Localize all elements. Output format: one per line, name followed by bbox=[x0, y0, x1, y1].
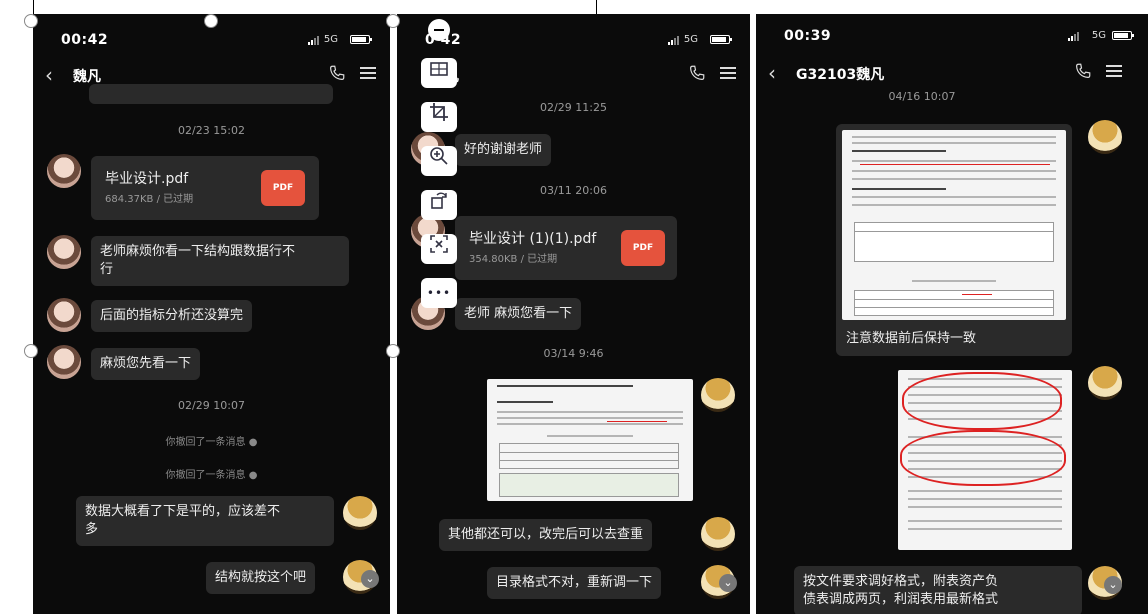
avatar[interactable] bbox=[47, 298, 81, 332]
file-name: 毕业设计 (1)(1).pdf bbox=[469, 231, 597, 247]
message-bubble[interactable]: 麻烦您先看一下 bbox=[91, 348, 201, 380]
signal-icon bbox=[308, 36, 320, 45]
border-line bbox=[33, 0, 34, 14]
chevron-down-icon[interactable]: ⌄ bbox=[719, 574, 737, 592]
message-bubble-cut bbox=[89, 84, 333, 104]
timestamp: 02/23 15:02 bbox=[178, 124, 245, 137]
selection-handle[interactable] bbox=[24, 14, 38, 28]
message-bubble[interactable]: 结构就按这个吧 bbox=[206, 562, 316, 594]
phone-icon[interactable] bbox=[328, 64, 346, 82]
document-image[interactable] bbox=[487, 379, 693, 501]
battery-icon bbox=[1112, 31, 1134, 40]
avatar[interactable] bbox=[343, 496, 377, 530]
network-label: 5G bbox=[683, 34, 698, 45]
signal-icon bbox=[668, 36, 680, 45]
back-icon[interactable]: ‹ bbox=[45, 63, 53, 87]
message-bubble[interactable]: 按文件要求调好格式，附表资产负 债表调成两页，利润表用最新格式 bbox=[794, 566, 1082, 614]
chat-screenshot-1: 00:42 5G ‹ 魏凡 02/23 15:02 毕业设计.pdf 684.3… bbox=[33, 14, 390, 614]
selection-handle[interactable] bbox=[386, 14, 400, 28]
menu-icon[interactable] bbox=[360, 67, 376, 80]
selection-handle[interactable] bbox=[386, 344, 400, 358]
network-label: 5G bbox=[323, 34, 338, 45]
message-bubble[interactable]: 注意数据前后保持一致 bbox=[836, 124, 1072, 356]
message-text: 行 bbox=[100, 262, 114, 277]
file-attachment[interactable]: 毕业设计 (1)(1).pdf 354.80KB / 已过期 PDF bbox=[455, 216, 677, 280]
message-text: 按文件要求调好格式，附表资产负 bbox=[803, 574, 999, 589]
recall-notice: 你撤回了一条消息 ● bbox=[165, 470, 258, 481]
avatar[interactable] bbox=[1088, 120, 1122, 154]
pdf-icon: PDF bbox=[261, 170, 305, 206]
status-bar: 0 42 5G bbox=[397, 32, 750, 52]
screenshot-collage: 00:42 5G ‹ 魏凡 02/23 15:02 毕业设计.pdf 684.3… bbox=[0, 0, 1148, 614]
minus-icon[interactable] bbox=[428, 19, 450, 41]
signal-icon bbox=[1068, 32, 1080, 41]
avatar[interactable] bbox=[1088, 366, 1122, 400]
more-icon[interactable]: ••• bbox=[421, 278, 457, 308]
status-time: 00:42 bbox=[61, 32, 109, 48]
phone-icon[interactable] bbox=[688, 64, 706, 82]
message-bubble[interactable]: 好的谢谢老师 bbox=[455, 134, 552, 166]
menu-icon[interactable] bbox=[1106, 65, 1122, 78]
rotate-icon[interactable] bbox=[421, 190, 457, 220]
phone-icon[interactable] bbox=[1074, 62, 1092, 80]
chat-title: 魏凡 bbox=[73, 69, 101, 85]
message-bubble[interactable]: 后面的指标分析还没算完 bbox=[91, 300, 253, 332]
network-label: 5G bbox=[1091, 30, 1106, 41]
timestamp: 02/29 10:07 bbox=[178, 399, 245, 412]
zoom-in-icon[interactable] bbox=[421, 146, 457, 176]
message-text: 数据大概看了下是平的，应该差不 bbox=[85, 504, 281, 519]
back-icon[interactable]: ‹ bbox=[768, 61, 776, 85]
status-bar: 00:42 5G bbox=[33, 32, 390, 52]
message-bubble[interactable]: 老师麻烦你看一下结构跟数据行不 行 bbox=[91, 236, 349, 286]
message-text: 债表调成两页，利润表用最新格式 bbox=[803, 592, 999, 607]
border-line bbox=[596, 0, 597, 14]
chevron-down-icon[interactable]: ⌄ bbox=[1104, 576, 1122, 594]
battery-icon bbox=[710, 35, 732, 44]
status-bar: 00:39 5G bbox=[756, 28, 1148, 48]
chat-title: G32103魏凡 bbox=[796, 67, 885, 83]
fit-icon[interactable] bbox=[421, 234, 457, 264]
file-attachment[interactable]: 毕业设计.pdf 684.37KB / 已过期 PDF bbox=[91, 156, 319, 220]
message-bubble[interactable]: 目录格式不对，重新调一下 bbox=[487, 567, 662, 599]
menu-icon[interactable] bbox=[720, 67, 736, 80]
timestamp: 03/14 9:46 bbox=[543, 347, 604, 360]
message-bubble[interactable]: 其他都还可以，改完后可以去查重 bbox=[439, 519, 653, 551]
document-image[interactable] bbox=[842, 130, 1066, 320]
avatar[interactable] bbox=[47, 154, 81, 188]
file-meta: 684.37KB / 已过期 bbox=[105, 194, 194, 205]
selection-handle[interactable] bbox=[24, 344, 38, 358]
battery-icon bbox=[350, 35, 372, 44]
status-time: 00:39 bbox=[784, 28, 832, 44]
document-image[interactable] bbox=[898, 370, 1072, 550]
file-name: 毕业设计.pdf bbox=[105, 171, 189, 187]
crop-panel-icon[interactable] bbox=[421, 58, 457, 88]
avatar[interactable] bbox=[701, 378, 735, 412]
message-text: 老师麻烦你看一下结构跟数据行不 bbox=[100, 244, 296, 259]
message-text: 多 bbox=[85, 522, 99, 537]
recall-notice: 你撤回了一条消息 ● bbox=[165, 437, 258, 448]
chevron-down-icon[interactable]: ⌄ bbox=[361, 570, 379, 588]
avatar[interactable] bbox=[701, 517, 735, 551]
avatar[interactable] bbox=[47, 345, 81, 379]
timestamp: 04/16 10:07 bbox=[888, 90, 956, 103]
message-text: 注意数据前后保持一致 bbox=[846, 331, 977, 346]
chat-header: ‹ G32103魏凡 bbox=[756, 61, 1148, 86]
selection-handle[interactable] bbox=[204, 14, 218, 28]
avatar[interactable] bbox=[47, 235, 81, 269]
message-bubble[interactable]: 数据大概看了下是平的，应该差不 多 bbox=[76, 496, 334, 546]
message-bubble[interactable]: 老师 麻烦您看一下 bbox=[455, 298, 582, 330]
crop-icon[interactable] bbox=[421, 102, 457, 132]
chat-screenshot-3: 00:39 5G ‹ G32103魏凡 04/16 10:07 注意数据前后保持… bbox=[756, 14, 1148, 614]
file-meta: 354.80KB / 已过期 bbox=[469, 254, 558, 265]
pdf-icon: PDF bbox=[621, 230, 665, 266]
